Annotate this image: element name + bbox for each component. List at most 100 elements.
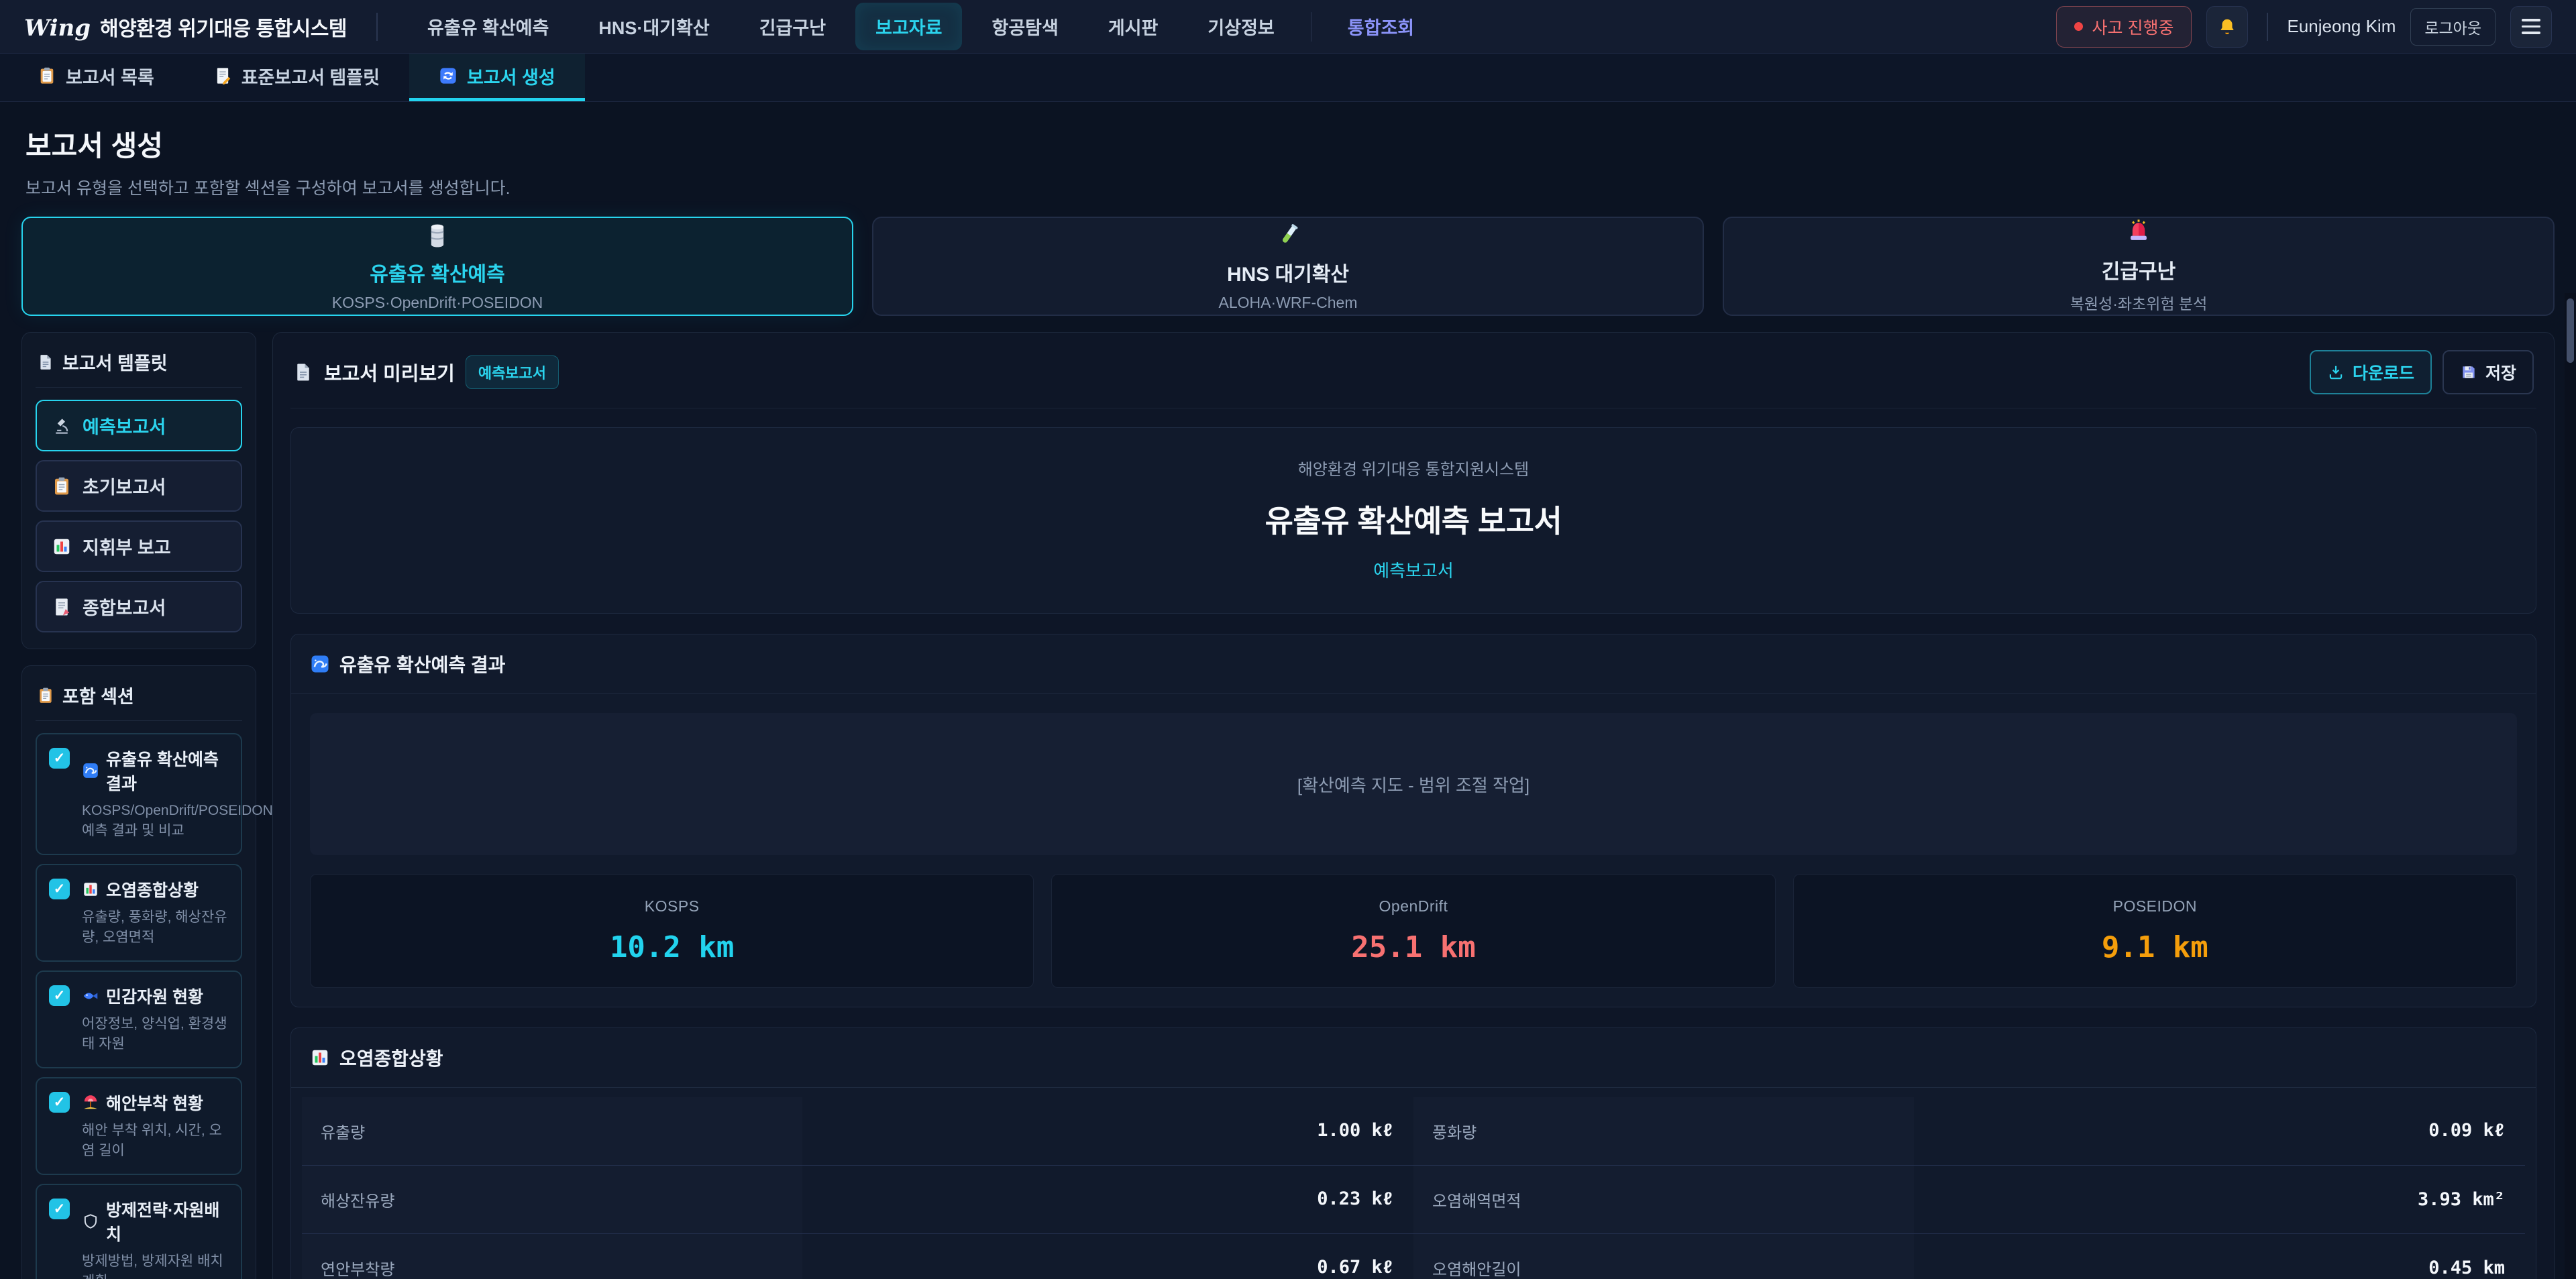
model-value: 10.2 km <box>610 930 734 964</box>
page-icon <box>293 362 313 382</box>
page-title: 보고서 생성 <box>25 123 2555 164</box>
cell-label: 해상잔유량 <box>302 1166 802 1233</box>
checkbox-checked[interactable]: ✓ <box>49 1199 70 1219</box>
nav-item-rescue[interactable]: 긴급구난 <box>739 3 846 50</box>
spread-section-body: [확산예측 지도 - 범위 조절 작업] KOSPS 10.2 km OpenD… <box>291 694 2536 1007</box>
sidebar: 보고서 템플릿 예측보고서 초기보고서 지휘부 보고 종합보고서 <box>21 332 256 1279</box>
page-subtitle: 보고서 유형을 선택하고 포함할 섹션을 구성하여 보고서를 생성합니다. <box>25 175 2555 199</box>
section-item-label: 민감자원 현황 <box>106 984 203 1008</box>
workspace: 보고서 템플릿 예측보고서 초기보고서 지휘부 보고 종합보고서 <box>21 332 2555 1279</box>
report-type-hns[interactable]: HNS 대기확산 ALOHA·WRF-Chem <box>872 217 1704 316</box>
pollution-section-header: 오염종합상황 <box>291 1028 2536 1088</box>
nav-item-board[interactable]: 게시판 <box>1088 3 1179 50</box>
cell-value: 0.23 kℓ <box>802 1166 1413 1233</box>
tab-label: 보고서 목록 <box>66 63 154 89</box>
user-name: Eunjeong Kim <box>2287 16 2396 37</box>
table-cell: 연안부착량 0.67 kℓ <box>302 1234 1413 1279</box>
menu-button[interactable] <box>2510 6 2552 48</box>
incident-status-badge: 사고 진행중 <box>2056 6 2192 48</box>
checkbox-checked[interactable]: ✓ <box>49 1092 70 1113</box>
template-item-command[interactable]: 지휘부 보고 <box>36 520 242 572</box>
brand: Wing 해양환경 위기대응 통합시스템 <box>24 12 347 42</box>
save-label: 저장 <box>2485 360 2516 384</box>
section-item-spread-result[interactable]: ✓ 유출유 확산예측 결과 KOSPS/OpenDrift/POSEIDON 예… <box>36 733 242 855</box>
section-item-strategy[interactable]: ✓ 방제전략·자원배치 방제방법, 방제자원 배치 계획 <box>36 1184 242 1279</box>
report-type-rescue[interactable]: 긴급구난 복원성·좌초위험 분석 <box>1723 217 2555 316</box>
cell-value: 1.00 kℓ <box>802 1098 1413 1164</box>
nav-item-integrated-search[interactable]: 통합조회 <box>1328 3 1434 50</box>
incident-dot-icon <box>2074 22 2083 31</box>
tab-standard-templates[interactable]: 표준보고서 템플릿 <box>184 54 409 101</box>
report-type-oil-spread[interactable]: 유출유 확산예측 KOSPS·OpenDrift·POSEIDON <box>21 217 853 316</box>
section-item-label: 유출유 확산예측 결과 <box>106 746 229 795</box>
bar-chart-icon <box>52 537 72 557</box>
nav-item-weather[interactable]: 기상정보 <box>1187 3 1294 50</box>
notifications-button[interactable] <box>2206 6 2248 48</box>
report-type-title: HNS 대기확산 <box>1227 258 1349 287</box>
shield-icon <box>82 1213 99 1230</box>
doc-title: 유출유 확산예측 보고서 <box>305 497 2522 541</box>
cell-value: 0.45 km <box>1914 1235 2525 1279</box>
download-label: 다운로드 <box>2353 360 2414 384</box>
cell-value: 0.09 kℓ <box>1914 1098 2525 1164</box>
cell-value: 3.93 km² <box>1914 1167 2525 1232</box>
section-item-body: 방제전략·자원배치 방제방법, 방제자원 배치 계획 <box>82 1197 229 1279</box>
section-item-label: 방제전략·자원배치 <box>106 1197 229 1245</box>
template-label: 초기보고서 <box>83 473 166 499</box>
nav-item-hns[interactable]: HNS·대기확산 <box>578 3 729 50</box>
section-item-shoreline[interactable]: ✓ 해안부착 현황 해안 부착 위치, 시간, 오염 길이 <box>36 1077 242 1175</box>
templates-panel-header: 보고서 템플릿 <box>36 346 242 388</box>
user-divider <box>2267 13 2268 41</box>
download-button[interactable]: 다운로드 <box>2310 350 2432 394</box>
table-row: 해상잔유량 0.23 kℓ 오염해역면적 3.93 km² <box>302 1166 2525 1234</box>
beach-icon <box>82 1094 99 1111</box>
doc-pollution-section: 오염종합상황 유출량 1.00 kℓ 풍화량 0.09 kℓ <box>290 1027 2536 1279</box>
pollution-table: 유출량 1.00 kℓ 풍화량 0.09 kℓ 해상잔유량 0.23 kℓ <box>291 1088 2536 1279</box>
brand-divider <box>376 13 378 41</box>
page-content: 보고서 생성 보고서 유형을 선택하고 포함할 섹션을 구성하여 보고서를 생성… <box>0 102 2576 1279</box>
template-item-initial[interactable]: 초기보고서 <box>36 460 242 512</box>
section-item-label: 해안부착 현황 <box>106 1091 203 1115</box>
checkbox-checked[interactable]: ✓ <box>49 879 70 899</box>
vertical-scrollbar[interactable] <box>2565 293 2576 1279</box>
template-item-comprehensive[interactable]: 종합보고서 <box>36 581 242 632</box>
tab-label: 보고서 생성 <box>467 63 555 89</box>
model-card-poseidon: POSEIDON 9.1 km <box>1793 874 2517 988</box>
section-item-pollution[interactable]: ✓ 오염종합상황 유출량, 풍화량, 해상잔유량, 오염면적 <box>36 864 242 962</box>
table-cell: 유출량 1.00 kℓ <box>302 1097 1413 1165</box>
model-value: 25.1 km <box>1351 930 1475 964</box>
preview-title: 보고서 미리보기 <box>324 358 455 386</box>
model-card-kosps: KOSPS 10.2 km <box>310 874 1034 988</box>
template-item-forecast[interactable]: 예측보고서 <box>36 400 242 451</box>
cell-label: 오염해안길이 <box>1413 1234 1914 1279</box>
report-type-subtitle: ALOHA·WRF-Chem <box>1218 294 1357 312</box>
section-item-desc: KOSPS/OpenDrift/POSEIDON 예측 결과 및 비교 <box>82 801 229 842</box>
table-cell: 해상잔유량 0.23 kℓ <box>302 1166 1413 1233</box>
nav-item-oil-spread[interactable]: 유출유 확산예측 <box>407 3 569 50</box>
model-result-cards: KOSPS 10.2 km OpenDrift 25.1 km POSEIDON… <box>310 874 2517 988</box>
nav-item-air-search[interactable]: 항공탐색 <box>971 3 1078 50</box>
section-item-sensitive[interactable]: ✓ 민감자원 현황 어장정보, 양식업, 환경생태 자원 <box>36 970 242 1068</box>
tab-report-list[interactable]: 보고서 목록 <box>8 54 184 101</box>
scrollbar-thumb[interactable] <box>2567 298 2574 363</box>
checkbox-checked[interactable]: ✓ <box>49 985 70 1006</box>
doc-spread-section: 유출유 확산예측 결과 [확산예측 지도 - 범위 조절 작업] KOSPS 1… <box>290 634 2536 1007</box>
clipboard-icon <box>38 66 56 85</box>
report-doc-icon <box>52 597 72 617</box>
cell-label: 연안부착량 <box>302 1234 802 1279</box>
checkbox-checked[interactable]: ✓ <box>49 748 70 769</box>
preview-header: 보고서 미리보기 예측보고서 다운로드 저장 <box>290 347 2536 408</box>
bar-chart-icon <box>82 881 99 898</box>
model-name: POSEIDON <box>2113 897 2197 915</box>
section-item-body: 해안부착 현황 해안 부착 위치, 시간, 오염 길이 <box>82 1091 229 1162</box>
table-row: 유출량 1.00 kℓ 풍화량 0.09 kℓ <box>302 1097 2525 1166</box>
logout-button[interactable]: 로그아웃 <box>2410 8 2496 46</box>
model-card-opendrift: OpenDrift 25.1 km <box>1051 874 1775 988</box>
preview-type-badge: 예측보고서 <box>466 355 559 389</box>
save-button[interactable]: 저장 <box>2443 350 2534 394</box>
memo-icon <box>213 66 232 85</box>
tab-report-generate[interactable]: 보고서 생성 <box>409 54 585 101</box>
tab-label: 표준보고서 템플릿 <box>241 63 380 89</box>
section-item-desc: 해안 부착 위치, 시간, 오염 길이 <box>82 1121 229 1162</box>
nav-item-reports[interactable]: 보고자료 <box>855 3 962 50</box>
